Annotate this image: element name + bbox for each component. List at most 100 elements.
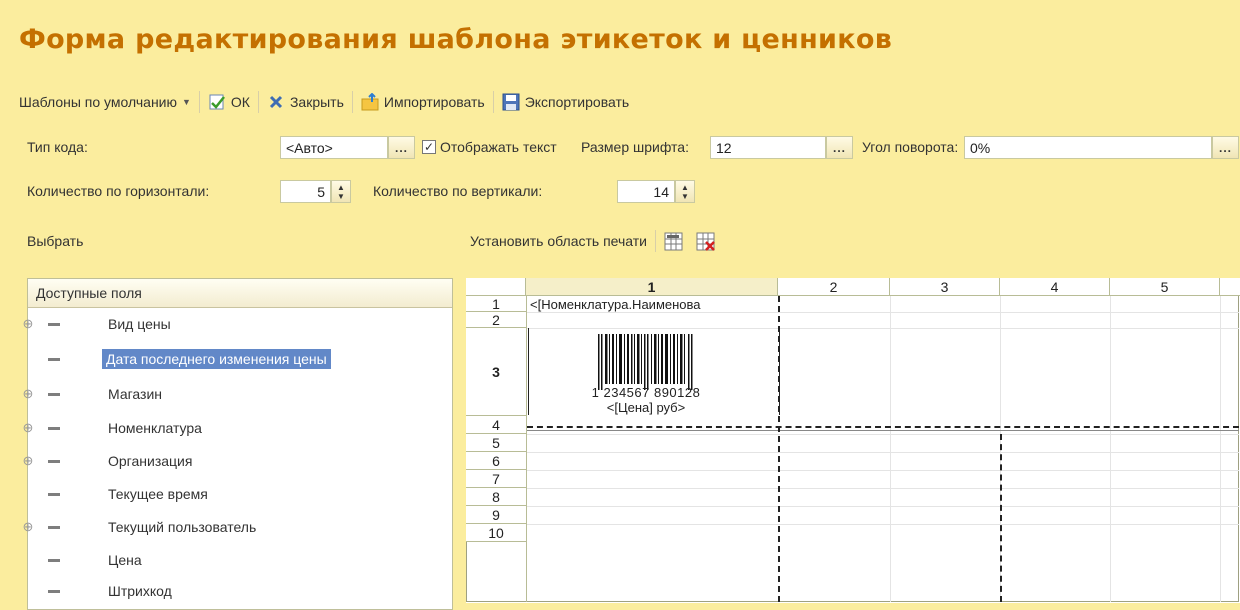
print-area-boundary-vertical: [778, 296, 780, 602]
grid-line: [527, 524, 1239, 525]
tree-item-cena[interactable]: Цена: [28, 545, 452, 575]
defaults-menu-label: Шаблоны по умолчанию: [19, 94, 177, 110]
code-type-choose-button[interactable]: ...: [388, 136, 415, 159]
grid-line: [527, 452, 1239, 453]
grid-line: [890, 296, 891, 602]
toolbar-separator: [257, 91, 259, 113]
price-text[interactable]: <[Цена] руб>: [566, 400, 726, 415]
tree-item-label: Организация: [108, 453, 193, 469]
row-header-3[interactable]: 3: [466, 328, 526, 416]
save-disk-icon: [502, 93, 520, 111]
field-icon: [48, 426, 60, 430]
row-header-8[interactable]: 8: [466, 488, 526, 506]
font-size-choose-button[interactable]: ...: [826, 136, 853, 159]
chevron-down-icon: ▼: [182, 97, 191, 107]
grid-line: [527, 328, 1239, 329]
page-title: Форма редактирования шаблона этикеток и …: [19, 24, 893, 55]
set-print-area-button[interactable]: Установить область печати: [470, 233, 647, 249]
available-fields-header-label: Доступные поля: [36, 285, 142, 301]
horizontal-count-stepper[interactable]: ▲ ▼: [331, 180, 351, 203]
expand-icon[interactable]: ⊕: [19, 386, 37, 402]
fields-tree: ⊕ Вид цены Дата последнего изменения цен…: [23, 308, 452, 608]
close-button[interactable]: Закрыть: [267, 93, 344, 111]
sheet-corner: [466, 278, 526, 296]
show-text-checkbox[interactable]: ✓ Отображать текст: [422, 139, 557, 155]
field-icon: [48, 558, 60, 562]
grid-line: [527, 506, 1239, 507]
tree-item-nomenklatura[interactable]: ⊕ Номенклатура: [23, 413, 452, 443]
column-header-6[interactable]: [1220, 278, 1240, 296]
tree-item-label: Цена: [108, 552, 142, 568]
ok-button[interactable]: ОК: [208, 93, 250, 111]
row-header-10[interactable]: 10: [466, 524, 526, 542]
row-header-7[interactable]: 7: [466, 470, 526, 488]
expand-icon[interactable]: ⊕: [19, 519, 37, 535]
column-header-2[interactable]: 2: [778, 278, 890, 296]
rotation-choose-button[interactable]: ...: [1212, 136, 1239, 159]
export-button[interactable]: Экспортировать: [502, 93, 629, 111]
available-fields-panel: Доступные поля ⊕ Вид цены Дата последнег…: [23, 278, 453, 610]
row-header-9[interactable]: 9: [466, 506, 526, 524]
tree-item-shtrihkod[interactable]: Штрихкод: [28, 576, 452, 606]
field-icon: [48, 322, 60, 326]
delete-label-template-icon[interactable]: [696, 232, 715, 251]
import-button[interactable]: Импортировать: [361, 92, 485, 111]
tree-item-label: Номенклатура: [108, 420, 202, 436]
grid-line: [527, 312, 1239, 313]
row-header-divider: [526, 296, 527, 602]
column-header-5[interactable]: 5: [1110, 278, 1220, 296]
tree-item-magazin[interactable]: ⊕ Магазин: [23, 379, 452, 409]
row-header-1[interactable]: 1: [466, 296, 526, 312]
column-header-1[interactable]: 1: [526, 278, 778, 296]
defaults-menu-button[interactable]: Шаблоны по умолчанию ▼: [19, 94, 191, 110]
column-header-4[interactable]: 4: [1000, 278, 1110, 296]
tree-item-vid-ceny[interactable]: ⊕ Вид цены: [23, 309, 452, 339]
horizontal-count-label: Количество по горизонтали:: [27, 183, 210, 199]
rotation-label: Угол поворота:: [862, 139, 959, 155]
close-label: Закрыть: [289, 94, 344, 110]
field-icon: [48, 357, 60, 361]
vertical-count-field[interactable]: 14: [617, 180, 675, 203]
font-size-field[interactable]: 12: [710, 136, 826, 159]
tree-item-organizaciya[interactable]: ⊕ Организация: [23, 446, 452, 476]
barcode-icon[interactable]: [596, 334, 696, 390]
cell-nomenclature-name[interactable]: <[Номенклатура.Наименова: [530, 297, 776, 312]
tree-item-label: Текущий пользователь: [108, 519, 257, 535]
tree-item-data-izmeneniya[interactable]: Дата последнего изменения цены: [28, 344, 452, 374]
rotation-field[interactable]: 0%: [964, 136, 1212, 159]
grid-line: [1110, 296, 1111, 602]
import-folder-icon: [361, 92, 379, 111]
import-label: Импортировать: [383, 94, 485, 110]
expand-icon[interactable]: ⊕: [19, 420, 37, 436]
label-template-sheet[interactable]: 1 2 3 4 5 1 2 3 4 5 6 7 8 9 10 <[Номенкл…: [466, 278, 1240, 603]
tree-item-tekushchiy-polzovatel[interactable]: ⊕ Текущий пользователь: [23, 512, 452, 542]
ok-label: ОК: [230, 94, 250, 110]
horizontal-count-field[interactable]: 5: [280, 180, 331, 203]
code-type-field[interactable]: <Авто>: [280, 136, 388, 159]
barcode-digits: 1 234567 890128: [591, 385, 701, 400]
toolbar-separator: [198, 91, 200, 113]
tree-item-label: Магазин: [108, 386, 163, 402]
add-label-template-icon[interactable]: [664, 232, 683, 251]
field-icon: [48, 459, 60, 463]
close-icon: [267, 93, 285, 111]
row-header-5[interactable]: 5: [466, 434, 526, 452]
row-header-2[interactable]: 2: [466, 312, 526, 328]
main-toolbar: Шаблоны по умолчанию ▼ ОК Закрыть Импорт…: [19, 90, 629, 114]
vertical-count-label: Количество по вертикали:: [373, 183, 543, 199]
page-break-line: [527, 430, 1239, 431]
field-icon: [48, 492, 60, 496]
vertical-count-stepper[interactable]: ▲ ▼: [675, 180, 695, 203]
column-header-3[interactable]: 3: [890, 278, 1000, 296]
toolbar-separator: [655, 230, 657, 252]
show-text-label: Отображать текст: [440, 139, 557, 155]
grid-line: [527, 470, 1239, 471]
expand-icon[interactable]: ⊕: [19, 316, 37, 332]
export-label: Экспортировать: [524, 94, 630, 110]
select-button[interactable]: Выбрать: [27, 233, 83, 249]
row-header-6[interactable]: 6: [466, 452, 526, 470]
field-icon: [48, 392, 60, 396]
expand-icon[interactable]: ⊕: [19, 453, 37, 469]
row-header-4[interactable]: 4: [466, 416, 526, 434]
tree-item-tekushchee-vremya[interactable]: Текущее время: [28, 479, 452, 509]
